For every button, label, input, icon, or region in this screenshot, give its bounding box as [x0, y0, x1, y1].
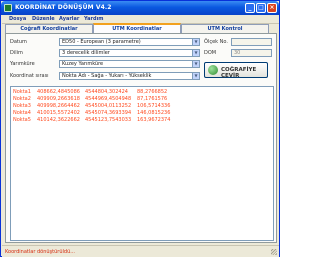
- menu-ayarlar[interactable]: Ayarlar: [59, 16, 79, 22]
- menu-yardim[interactable]: Yardım: [84, 16, 104, 22]
- tab-utm-kontrol[interactable]: UTM Kontrol: [181, 24, 269, 33]
- datum-select[interactable]: ED50 - European (3 parametre) ▼: [59, 38, 200, 46]
- dom-label: DOM: [204, 50, 217, 56]
- chevron-down-icon[interactable]: ▼: [192, 73, 199, 79]
- maximize-icon[interactable]: □: [256, 3, 266, 13]
- point-height: 87,1761576: [137, 96, 168, 102]
- datum-value: ED50 - European (3 parametre): [62, 39, 141, 45]
- window-title: KOORDİNAT DÖNÜŞÜM V4.2: [15, 4, 112, 11]
- point-east: 408662,4845086: [37, 89, 80, 95]
- point-height: 88,2766852: [137, 89, 168, 95]
- title-bar: KOORDİNAT DÖNÜŞÜM V4.2 _ □ ×: [1, 1, 279, 15]
- close-icon[interactable]: ×: [267, 3, 277, 13]
- point-north: 4545074,3693394: [85, 110, 132, 116]
- point-name: Nokta2: [13, 96, 31, 102]
- tab-cografi[interactable]: Coğrafi Koordinatlar: [5, 24, 93, 33]
- point-height: 146,0815236: [137, 110, 171, 116]
- output-textarea[interactable]: Nokta1 408662,4845086 4544804,302424 88,…: [10, 86, 274, 241]
- point-east: 410015,5572402: [37, 110, 80, 116]
- point-height: 106,5714336: [137, 103, 171, 109]
- point-name: Nokta3: [13, 103, 31, 109]
- chevron-down-icon[interactable]: ▼: [192, 39, 199, 45]
- point-east: 410142,3622662: [37, 117, 80, 123]
- koordinat-sirasi-select[interactable]: Nokta Adı - Sağa - Yukarı - Yükseklik ▼: [59, 72, 200, 80]
- tab-utm[interactable]: UTM Koordinatlar: [93, 23, 181, 33]
- dom-field[interactable]: 30: [231, 49, 272, 57]
- utm-panel: Datum ED50 - European (3 parametre) ▼ Di…: [5, 33, 277, 243]
- menu-duzenle[interactable]: Düzenle: [32, 16, 55, 22]
- yarimkure-select[interactable]: Kuzey Yarımküre ▼: [59, 60, 200, 68]
- koordinat-sirasi-value: Nokta Adı - Sağa - Yukarı - Yükseklik: [62, 73, 152, 79]
- chevron-down-icon[interactable]: ▼: [192, 61, 199, 67]
- koordinat-sirasi-label: Koordinat sırası: [10, 73, 49, 79]
- point-name: Nokta5: [13, 117, 31, 123]
- point-north: 4545123,7543033: [85, 117, 132, 123]
- globe-icon: [208, 65, 218, 75]
- chevron-down-icon[interactable]: ▼: [192, 50, 199, 56]
- point-name: Nokta1: [13, 89, 31, 95]
- point-north: 4544804,302424: [85, 89, 128, 95]
- dilim-value: 3 derecelik dilimler: [62, 50, 110, 56]
- convert-label: COĞRAFİYE ÇEVİR: [221, 67, 257, 79]
- yarimkure-value: Kuzey Yarımküre: [62, 61, 104, 67]
- cografiye-cevir-button[interactable]: COĞRAFİYE ÇEVİR: [204, 62, 268, 79]
- olcek-label: Ölçek No.: [204, 39, 228, 45]
- point-east: 409998,2664462: [37, 103, 80, 109]
- dilim-label: Dilim: [10, 50, 23, 56]
- point-height: 163,9672374: [137, 117, 171, 123]
- point-name: Nokta4: [13, 110, 31, 116]
- status-bar: Koordinatlar dönüştürüldü...: [2, 245, 279, 257]
- point-north: 4544969,4504948: [85, 96, 132, 102]
- app-icon: [4, 4, 12, 12]
- menu-dosya[interactable]: Dosya: [9, 16, 26, 22]
- dilim-select[interactable]: 3 derecelik dilimler ▼: [59, 49, 200, 57]
- app-window: KOORDİNAT DÖNÜŞÜM V4.2 _ □ × Dosya Düzen…: [0, 0, 280, 257]
- resize-grip-icon[interactable]: [271, 249, 277, 255]
- minimize-icon[interactable]: _: [245, 3, 255, 13]
- olcek-field[interactable]: [231, 38, 272, 46]
- yarimkure-label: Yarımküre: [10, 61, 35, 67]
- datum-label: Datum: [10, 39, 27, 45]
- point-east: 409909,2663618: [37, 96, 80, 102]
- point-north: 4545004,0113252: [85, 103, 132, 109]
- status-text: Koordinatlar dönüştürüldü...: [5, 249, 75, 255]
